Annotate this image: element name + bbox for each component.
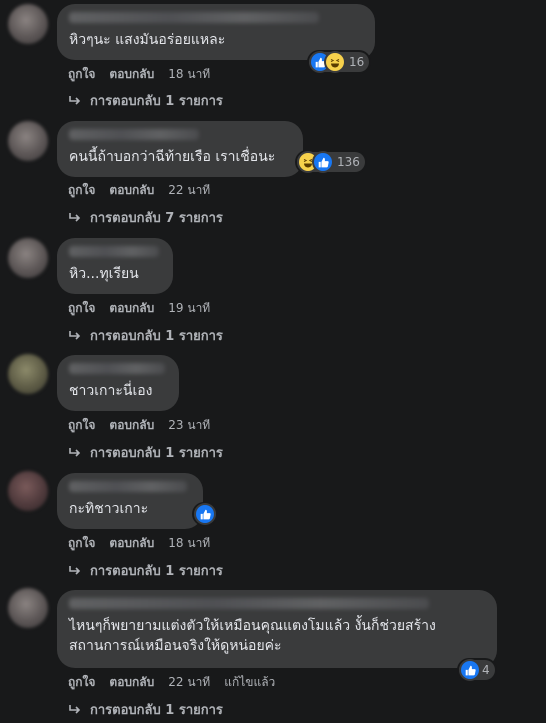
like-link[interactable]: ถูกใจ [68, 534, 95, 553]
view-replies-link[interactable]: การตอบกลับ 1 รายการ [68, 560, 223, 581]
comment-text: กะทิชาวเกาะ [69, 501, 149, 517]
like-link[interactable]: ถูกใจ [68, 673, 95, 692]
like-link[interactable]: ถูกใจ [68, 416, 95, 435]
comment-bubble: คนนี้ถ้าบอกว่าฉีท้ายเรือ เราเชื่อนะ [57, 121, 303, 177]
comment-text: หิวๆนะ แสงมันอร่อยแหละ [69, 32, 226, 48]
reply-arrow-icon [69, 565, 81, 575]
reply-arrow-icon [69, 95, 81, 105]
comment-text: หิว...ทุเรียน [69, 266, 139, 282]
comment-text: คนนี้ถ้าบอกว่าฉีท้ายเรือ เราเชื่อนะ [69, 149, 276, 165]
comment-bubble: หิว...ทุเรียน [57, 238, 173, 294]
reply-arrow-icon [69, 330, 81, 340]
comment-bubble: กะทิชาวเกาะ [57, 473, 203, 529]
avatar[interactable] [8, 4, 48, 44]
like-link[interactable]: ถูกใจ [68, 65, 95, 84]
comment-actions: ถูกใจ ตอบกลับ 22 นาที [68, 181, 210, 200]
replies-count-label: การตอบกลับ 1 รายการ [90, 703, 223, 718]
view-replies-link[interactable]: การตอบกลับ 1 รายการ [68, 699, 223, 720]
like-link[interactable]: ถูกใจ [68, 299, 95, 318]
comment-text: ชาวเกาะนี่เอง [69, 383, 153, 399]
reaction-count: 4 [482, 663, 490, 677]
commenter-name-blurred[interactable] [69, 129, 199, 140]
comment-actions: ถูกใจ ตอบกลับ 22 นาที แก้ไขแล้ว [68, 673, 275, 692]
timestamp[interactable]: 22 นาที [168, 673, 210, 692]
avatar[interactable] [8, 354, 48, 394]
view-replies-link[interactable]: การตอบกลับ 1 รายการ [68, 442, 223, 463]
like-reaction-icon [196, 505, 214, 523]
haha-reaction-icon [326, 53, 344, 71]
commenter-name-blurred[interactable] [69, 598, 429, 609]
comment-text-line-1: ไหนๆก็พยายามแต่งตัวให้เหมือนคุณแตงโมแล้ว… [69, 618, 436, 634]
comment-bubble: ชาวเกาะนี่เอง [57, 355, 179, 411]
comment-actions: ถูกใจ ตอบกลับ 19 นาที [68, 299, 210, 318]
reaction-summary[interactable]: 16 [309, 52, 370, 72]
timestamp[interactable]: 23 นาที [168, 416, 210, 435]
reaction-summary[interactable]: 136 [297, 152, 365, 172]
view-replies-link[interactable]: การตอบกลับ 1 รายการ [68, 90, 223, 111]
timestamp[interactable]: 22 นาที [168, 181, 210, 200]
reply-link[interactable]: ตอบกลับ [109, 299, 154, 318]
comment-text-line-2: สถานการณ์เหมือนจริงให้ดูหน่อยค่ะ [69, 638, 282, 654]
reply-link[interactable]: ตอบกลับ [109, 65, 154, 84]
avatar[interactable] [8, 121, 48, 161]
view-replies-link[interactable]: การตอบกลับ 7 รายการ [68, 207, 223, 228]
avatar[interactable] [8, 238, 48, 278]
replies-count-label: การตอบกลับ 7 รายการ [90, 211, 223, 226]
reply-arrow-icon [69, 704, 81, 714]
avatar[interactable] [8, 471, 48, 511]
comment-actions: ถูกใจ ตอบกลับ 18 นาที [68, 65, 210, 84]
replies-count-label: การตอบกลับ 1 รายการ [90, 329, 223, 344]
commenter-name-blurred[interactable] [69, 12, 319, 23]
reaction-count: 136 [337, 155, 360, 169]
reaction-summary[interactable] [194, 504, 216, 524]
replies-count-label: การตอบกลับ 1 รายการ [90, 564, 223, 579]
comment-actions: ถูกใจ ตอบกลับ 18 นาที [68, 534, 210, 553]
like-link[interactable]: ถูกใจ [68, 181, 95, 200]
commenter-name-blurred[interactable] [69, 481, 187, 492]
replies-count-label: การตอบกลับ 1 รายการ [90, 446, 223, 461]
commenter-name-blurred[interactable] [69, 363, 165, 374]
like-reaction-icon [314, 153, 332, 171]
reaction-summary[interactable]: 4 [459, 660, 495, 680]
timestamp[interactable]: 18 นาที [168, 65, 210, 84]
reaction-count: 16 [349, 55, 365, 69]
comment-bubble: ไหนๆก็พยายามแต่งตัวให้เหมือนคุณแตงโมแล้ว… [57, 590, 497, 668]
reply-link[interactable]: ตอบกลับ [109, 181, 154, 200]
edited-label: แก้ไขแล้ว [224, 675, 276, 689]
reply-link[interactable]: ตอบกลับ [109, 416, 154, 435]
avatar[interactable] [8, 588, 48, 628]
commenter-name-blurred[interactable] [69, 246, 159, 257]
reply-arrow-icon [69, 212, 81, 222]
reply-link[interactable]: ตอบกลับ [109, 673, 154, 692]
replies-count-label: การตอบกลับ 1 รายการ [90, 94, 223, 109]
timestamp[interactable]: 19 นาที [168, 299, 210, 318]
reply-link[interactable]: ตอบกลับ [109, 534, 154, 553]
like-reaction-icon [461, 661, 479, 679]
timestamp[interactable]: 18 นาที [168, 534, 210, 553]
reply-arrow-icon [69, 447, 81, 457]
view-replies-link[interactable]: การตอบกลับ 1 รายการ [68, 325, 223, 346]
comment-actions: ถูกใจ ตอบกลับ 23 นาที [68, 416, 210, 435]
